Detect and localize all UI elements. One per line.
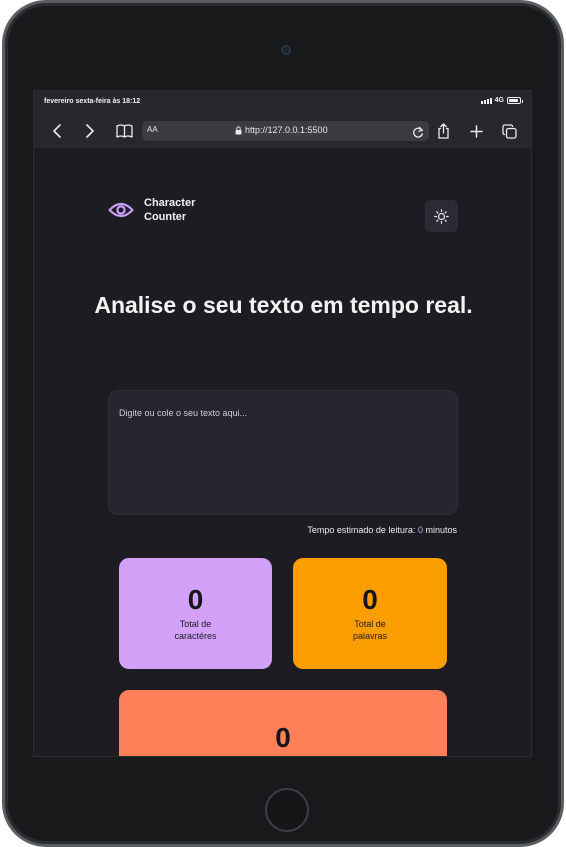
text-size-button[interactable]: AA xyxy=(147,125,158,134)
browser-toolbar: AA http://127.0.0.1:5500 xyxy=(34,115,531,149)
address-bar[interactable]: AA http://127.0.0.1:5500 xyxy=(142,121,429,141)
brand-line-2: Counter xyxy=(144,211,187,223)
reading-time-unit: minutos xyxy=(425,525,457,535)
back-icon[interactable] xyxy=(50,122,64,140)
camera xyxy=(281,45,291,55)
status-time: fevereiro sexta-feira às 18:12 xyxy=(44,98,141,105)
brand-line-1: Character xyxy=(144,197,196,209)
network-type: 4G xyxy=(494,97,504,104)
share-icon[interactable] xyxy=(435,122,451,140)
reading-time: Tempo estimado de leitura: 0 minutos xyxy=(307,525,457,535)
sun-icon xyxy=(434,208,449,224)
reading-time-value: 0 xyxy=(417,525,423,535)
third-stat-value: 0 xyxy=(275,722,291,753)
brand: Character Counter xyxy=(108,196,195,224)
status-bar: fevereiro sexta-feira às 18:12 4G xyxy=(34,91,531,115)
word-count-label: Total de palavras xyxy=(352,619,388,641)
home-button[interactable] xyxy=(265,788,309,832)
reload-icon[interactable] xyxy=(412,124,424,143)
character-count-value: 0 xyxy=(187,584,204,615)
signal-icon xyxy=(480,97,492,104)
character-count-label: Total de caractéres xyxy=(174,619,217,641)
reading-time-label: Tempo estimado de leitura: xyxy=(307,525,416,535)
word-count-card: 0 Total de palavras xyxy=(293,558,447,669)
app-page: Character Counter Analise o seu texto em… xyxy=(34,149,531,756)
tabs-icon[interactable] xyxy=(501,122,517,140)
page-headline: Analise o seu texto em tempo real. xyxy=(94,292,473,318)
lock-icon xyxy=(235,125,242,134)
eye-icon xyxy=(108,202,134,218)
bookmarks-icon[interactable] xyxy=(115,122,133,140)
text-input-area[interactable]: Digite ou cole o seu texto aqui... xyxy=(108,390,458,515)
status-indicators: 4G xyxy=(480,97,523,104)
character-count-card: 0 Total de caractéres xyxy=(119,558,272,669)
word-count-value: 0 xyxy=(362,584,378,615)
screen: fevereiro sexta-feira às 18:12 4G AA htt… xyxy=(33,90,532,757)
text-input-placeholder: Digite ou cole o seu texto aqui... xyxy=(119,408,248,418)
theme-toggle-button[interactable] xyxy=(425,200,458,232)
url-display[interactable]: http://127.0.0.1:5500 xyxy=(235,125,328,135)
url-text: http://127.0.0.1:5500 xyxy=(245,125,328,135)
brand-name: Character Counter xyxy=(144,196,195,224)
new-tab-icon[interactable] xyxy=(468,122,484,140)
forward-icon[interactable] xyxy=(83,122,97,140)
battery-icon xyxy=(507,97,523,104)
third-stat-card: 0 xyxy=(119,690,447,756)
